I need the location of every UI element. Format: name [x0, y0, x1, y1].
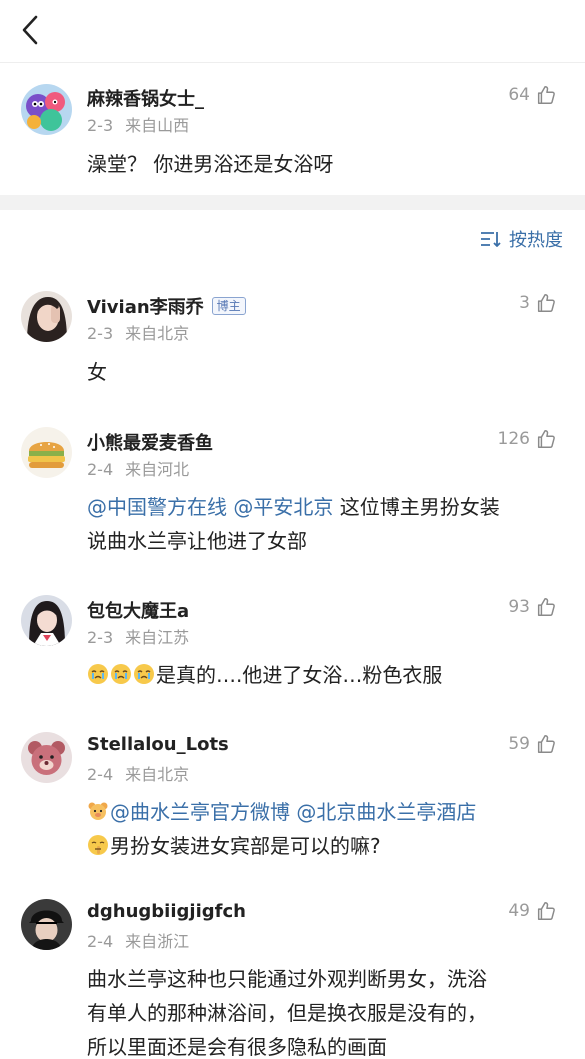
mention-link[interactable]: @曲水兰亭官方微博 [110, 800, 290, 824]
user-name[interactable]: Vivian李雨乔 博主 [87, 293, 246, 319]
avatar[interactable] [21, 595, 72, 646]
date: 2-3 [87, 628, 114, 647]
list-item: Stellalou_Lots 2-4 来自北京 59 @曲水兰亭官方微博 @北京曲… [0, 717, 585, 887]
comment-meta: 2-3 来自北京 [87, 320, 189, 344]
comment-meta: 2-4 来自河北 [87, 456, 189, 480]
location: 来自江苏 [125, 628, 190, 647]
date: 2-3 [87, 324, 114, 343]
crying-emoji-icon [111, 664, 131, 684]
root-comment: 麻辣香锅女士_ 2-3 来自山西 64 澡堂？ 你进男浴还是女浴呀 [0, 63, 585, 195]
comment-meta: 2-3 来自江苏 [87, 624, 189, 648]
like-count: 64 [508, 85, 530, 105]
avatar[interactable] [21, 899, 72, 950]
like-count: 126 [497, 429, 530, 449]
comment-text: 女 [87, 360, 107, 384]
user-name[interactable]: Stellalou_Lots [87, 734, 229, 755]
text-line: 有单人的那种淋浴间，但是换衣服是没有的， [87, 1001, 487, 1025]
user-name[interactable]: 麻辣香锅女士_ [87, 85, 204, 111]
list-item: Vivian李雨乔 博主 2-3 来自北京 3 女 [0, 275, 585, 415]
date: 2-4 [87, 765, 114, 784]
user-name-text: Vivian李雨乔 [87, 297, 204, 318]
top-bar [0, 0, 585, 63]
section-divider [0, 195, 585, 210]
date: 2-4 [87, 460, 114, 479]
location: 来自山西 [125, 116, 190, 135]
mention-link[interactable]: @平安北京 [233, 495, 333, 519]
comment-text: 曲水兰亭这种也只能通过外观判断男女，洗浴 有单人的那种淋浴间，但是换衣服是没有的… [87, 962, 557, 1059]
location: 来自北京 [125, 765, 190, 784]
comment-text: @中国警方在线 @平安北京 这位博主男扮女装 说曲水兰亭让他进了女部 [87, 490, 557, 558]
like-count: 3 [519, 293, 530, 313]
avatar[interactable] [21, 427, 72, 478]
bear-emoji-icon [88, 802, 108, 820]
chevron-left-icon[interactable] [14, 12, 50, 48]
avatar[interactable] [21, 291, 72, 342]
comment-text: 是真的….他进了女浴…粉色衣服 [87, 658, 557, 692]
mention-link[interactable]: @中国警方在线 [87, 495, 227, 519]
shh-emoji-icon [88, 835, 108, 855]
location: 来自河北 [125, 460, 190, 479]
comment-text: 澡堂？ 你进男浴还是女浴呀 [87, 152, 334, 176]
like-count: 49 [508, 901, 530, 921]
user-name[interactable]: 包包大魔王a [87, 597, 189, 623]
like-button[interactable]: 64 [508, 84, 557, 106]
text-segment: 说曲水兰亭让他进了女部 [87, 529, 307, 553]
crying-emoji-icon [134, 664, 154, 684]
text-segment: 是真的….他进了女浴…粉色衣服 [156, 663, 443, 687]
like-button[interactable]: 126 [498, 428, 557, 450]
thumbs-up-icon [537, 294, 555, 312]
text-segment: 这位博主男扮女装 [333, 495, 500, 519]
thumbs-up-icon [537, 735, 555, 753]
thumbs-up-icon [537, 598, 555, 616]
thumbs-up-icon [537, 86, 555, 104]
list-item: dghugbiigjigfch 2-4 来自浙江 49 曲水兰亭这种也只能通过外观… [0, 884, 585, 1059]
like-count: 93 [508, 597, 530, 617]
author-badge: 博主 [211, 297, 246, 315]
thumbs-up-icon [537, 902, 555, 920]
mention-link[interactable]: @北京曲水兰亭酒店 [296, 800, 476, 824]
crying-emoji-icon [88, 664, 108, 684]
comment-meta: 2-4 来自浙江 [87, 928, 189, 952]
sort-label: 按热度 [509, 230, 563, 251]
like-button[interactable]: 3 [519, 292, 557, 314]
avatar[interactable] [21, 732, 72, 783]
thumbs-up-icon [537, 430, 555, 448]
comment-meta: 2-3 来自山西 [87, 112, 189, 136]
location: 来自北京 [125, 324, 190, 343]
like-count: 59 [508, 734, 530, 754]
like-button[interactable]: 49 [508, 900, 557, 922]
sort-icon [481, 232, 501, 247]
date: 2-4 [87, 932, 114, 951]
user-name[interactable]: dghugbiigjigfch [87, 901, 246, 922]
date: 2-3 [87, 116, 114, 135]
location: 来自浙江 [125, 932, 190, 951]
comment-meta: 2-4 来自北京 [87, 761, 189, 785]
comment-text: @曲水兰亭官方微博 @北京曲水兰亭酒店 男扮女装进女宾部是可以的嘛? [87, 795, 557, 863]
sort-button[interactable]: 按热度 [479, 226, 563, 252]
list-item: 小熊最爱麦香鱼 2-4 来自河北 126 @中国警方在线 @平安北京 这位博主男扮… [0, 412, 585, 582]
text-line: 所以里面还是会有很多隐私的画面 [87, 1035, 387, 1059]
user-name[interactable]: 小熊最爱麦香鱼 [87, 429, 213, 455]
like-button[interactable]: 93 [508, 596, 557, 618]
avatar[interactable] [21, 84, 72, 135]
text-line: 曲水兰亭这种也只能通过外观判断男女，洗浴 [87, 967, 487, 991]
text-segment: 男扮女装进女宾部是可以的嘛? [110, 834, 381, 858]
list-item: 包包大魔王a 2-3 来自江苏 93 是真的….他进了女浴…粉色衣服 [0, 580, 585, 720]
like-button[interactable]: 59 [508, 733, 557, 755]
